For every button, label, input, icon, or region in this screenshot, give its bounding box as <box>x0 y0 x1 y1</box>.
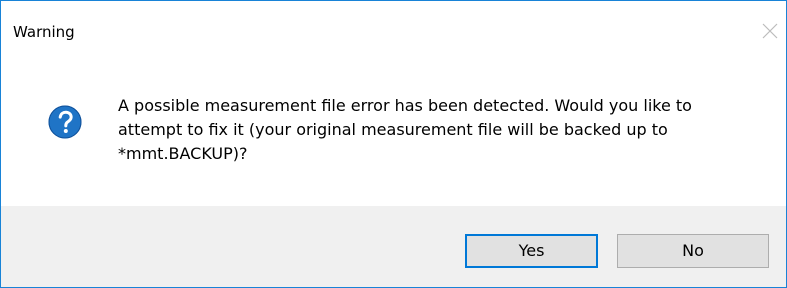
dialog-message: A possible measurement file error has be… <box>118 96 692 163</box>
warning-dialog: Warning A possible measurement file erro… <box>0 0 787 288</box>
window-title: Warning <box>13 23 75 41</box>
close-icon <box>762 23 778 39</box>
no-button[interactable]: No <box>617 234 769 268</box>
dialog-content: A possible measurement file error has be… <box>1 65 786 206</box>
dialog-button-bar: Yes No <box>1 206 786 287</box>
close-button[interactable] <box>740 1 786 65</box>
title-bar[interactable]: Warning <box>1 1 786 65</box>
yes-button[interactable]: Yes <box>465 234 598 268</box>
question-icon <box>48 105 82 139</box>
